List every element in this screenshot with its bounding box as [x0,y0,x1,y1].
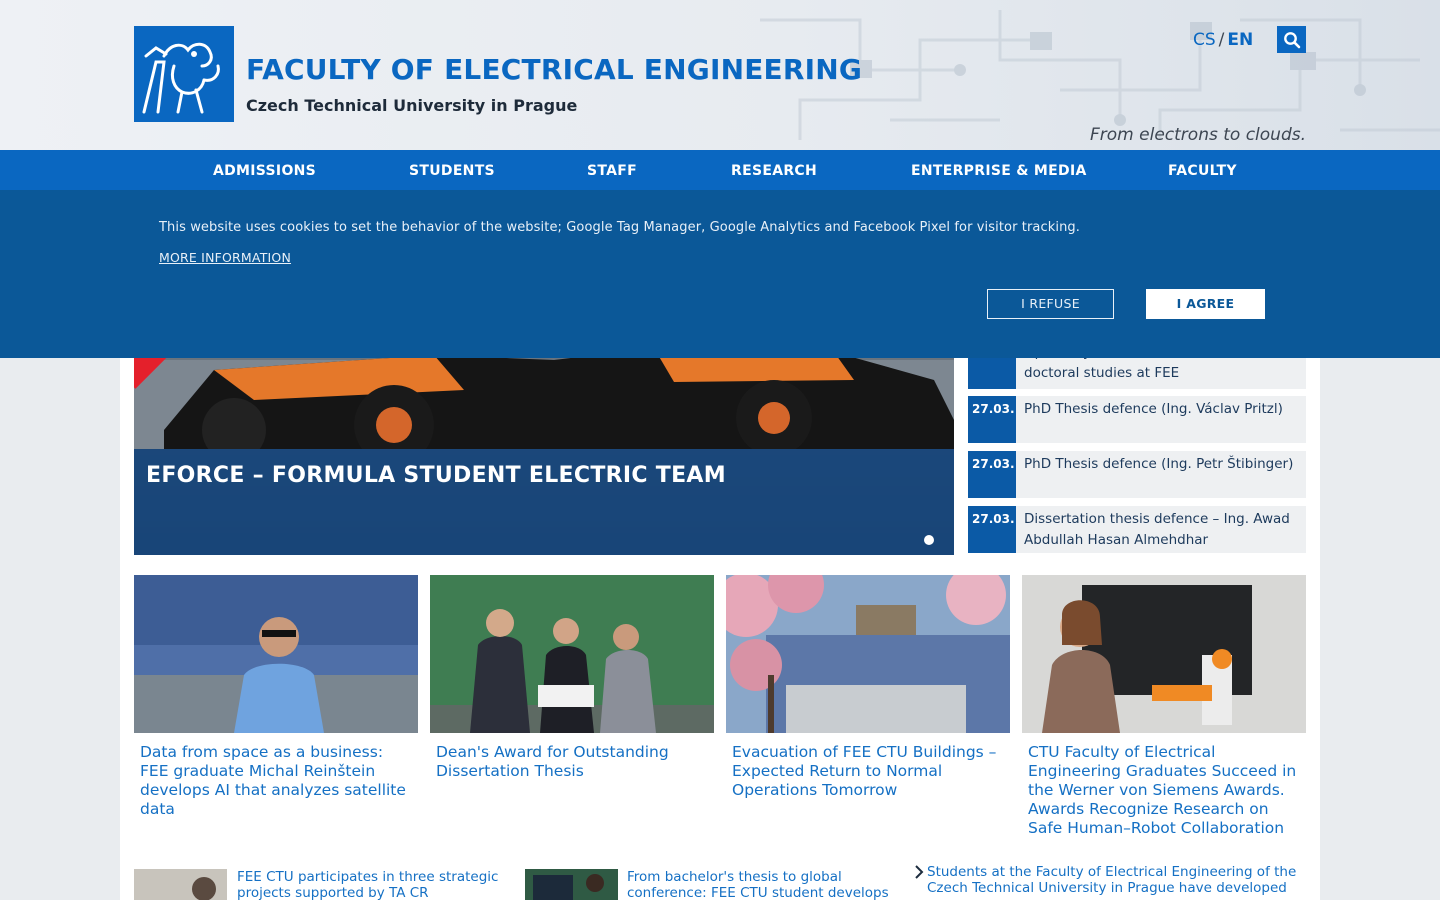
news-image[interactable] [1022,575,1306,733]
nav-enterprise-media[interactable]: ENTERPRISE & MEDIA [911,150,1087,190]
news-image[interactable] [430,575,714,733]
more-news-thumbnail[interactable] [134,869,227,900]
event-date: 27.03. [968,506,1016,553]
event-item[interactable]: 27.03. Dissertation thesis defence – Ing… [968,506,1306,553]
news-card[interactable]: Evacuation of FEE CTU Buildings – Expect… [726,575,1010,800]
event-item[interactable]: 27.03. PhD Thesis defence (Ing. Petr Šti… [968,451,1306,498]
news-title[interactable]: Dean's Award for Outstanding Dissertatio… [430,743,714,781]
event-date: 27.03. [968,451,1016,498]
lang-separator: / [1218,30,1225,50]
chevron-right-icon [915,865,924,879]
event-date: 27.03. [968,396,1016,443]
main-navigation: ADMISSIONS STUDENTS STAFF RESEARCH ENTER… [0,150,1440,190]
news-title[interactable]: CTU Faculty of Electrical Engineering Gr… [1022,743,1306,838]
news-image[interactable] [726,575,1010,733]
search-icon [1283,31,1300,48]
lang-cs-link[interactable]: CS [1193,30,1216,50]
slider-caption[interactable]: EFORCE – FORMULA STUDENT ELECTRIC TEAM [146,463,726,488]
news-card[interactable]: CTU Faculty of Electrical Engineering Gr… [1022,575,1306,838]
news-title[interactable]: Data from space as a business: FEE gradu… [134,743,418,819]
lang-en-link[interactable]: EN [1227,30,1253,50]
more-news-thumbnail[interactable] [525,869,618,900]
slider-dot[interactable] [924,535,934,545]
more-news-link[interactable]: Students at the Faculty of Electrical En… [927,864,1297,896]
faculty-title[interactable]: FACULTY OF ELECTRICAL ENGINEERING [246,53,862,86]
search-button[interactable] [1277,26,1306,53]
tagline: From electrons to clouds. [1090,125,1306,145]
event-item[interactable]: 27.03. PhD Thesis defence (Ing. Václav P… [968,396,1306,443]
cookie-consent-banner: This website uses cookies to set the beh… [0,190,1440,358]
more-news-link[interactable]: FEE CTU participates in three strategic … [237,869,507,900]
nav-research[interactable]: RESEARCH [731,150,817,190]
news-image[interactable] [134,575,418,733]
cookie-agree-button[interactable]: I AGREE [1146,289,1265,319]
cookie-refuse-button[interactable]: I REFUSE [987,289,1114,319]
nav-staff[interactable]: STAFF [587,150,637,190]
lion-emblem-icon [142,42,220,114]
news-card[interactable]: Dean's Award for Outstanding Dissertatio… [430,575,714,781]
event-title[interactable]: PhD Thesis defence (Ing. Petr Štibinger) [1024,454,1298,475]
cookie-message: This website uses cookies to set the beh… [159,220,1081,235]
news-title[interactable]: Evacuation of FEE CTU Buildings – Expect… [726,743,1010,800]
more-news-link[interactable]: From bachelor's thesis to global confere… [627,869,897,900]
event-title[interactable]: Dissertation thesis defence – Ing. Awad … [1024,509,1298,551]
nav-students[interactable]: STUDENTS [409,150,495,190]
nav-faculty[interactable]: FACULTY [1168,150,1237,190]
university-name: Czech Technical University in Prague [246,96,578,115]
event-title[interactable]: PhD Thesis defence (Ing. Václav Pritzl) [1024,399,1298,420]
language-switcher: CS / EN [1193,30,1253,50]
nav-admissions[interactable]: ADMISSIONS [213,150,316,190]
ctu-lion-logo[interactable] [134,26,234,122]
cookie-more-information-link[interactable]: MORE INFORMATION [159,250,291,265]
site-header: FACULTY OF ELECTRICAL ENGINEERING Czech … [0,0,1440,150]
news-card[interactable]: Data from space as a business: FEE gradu… [134,575,418,819]
